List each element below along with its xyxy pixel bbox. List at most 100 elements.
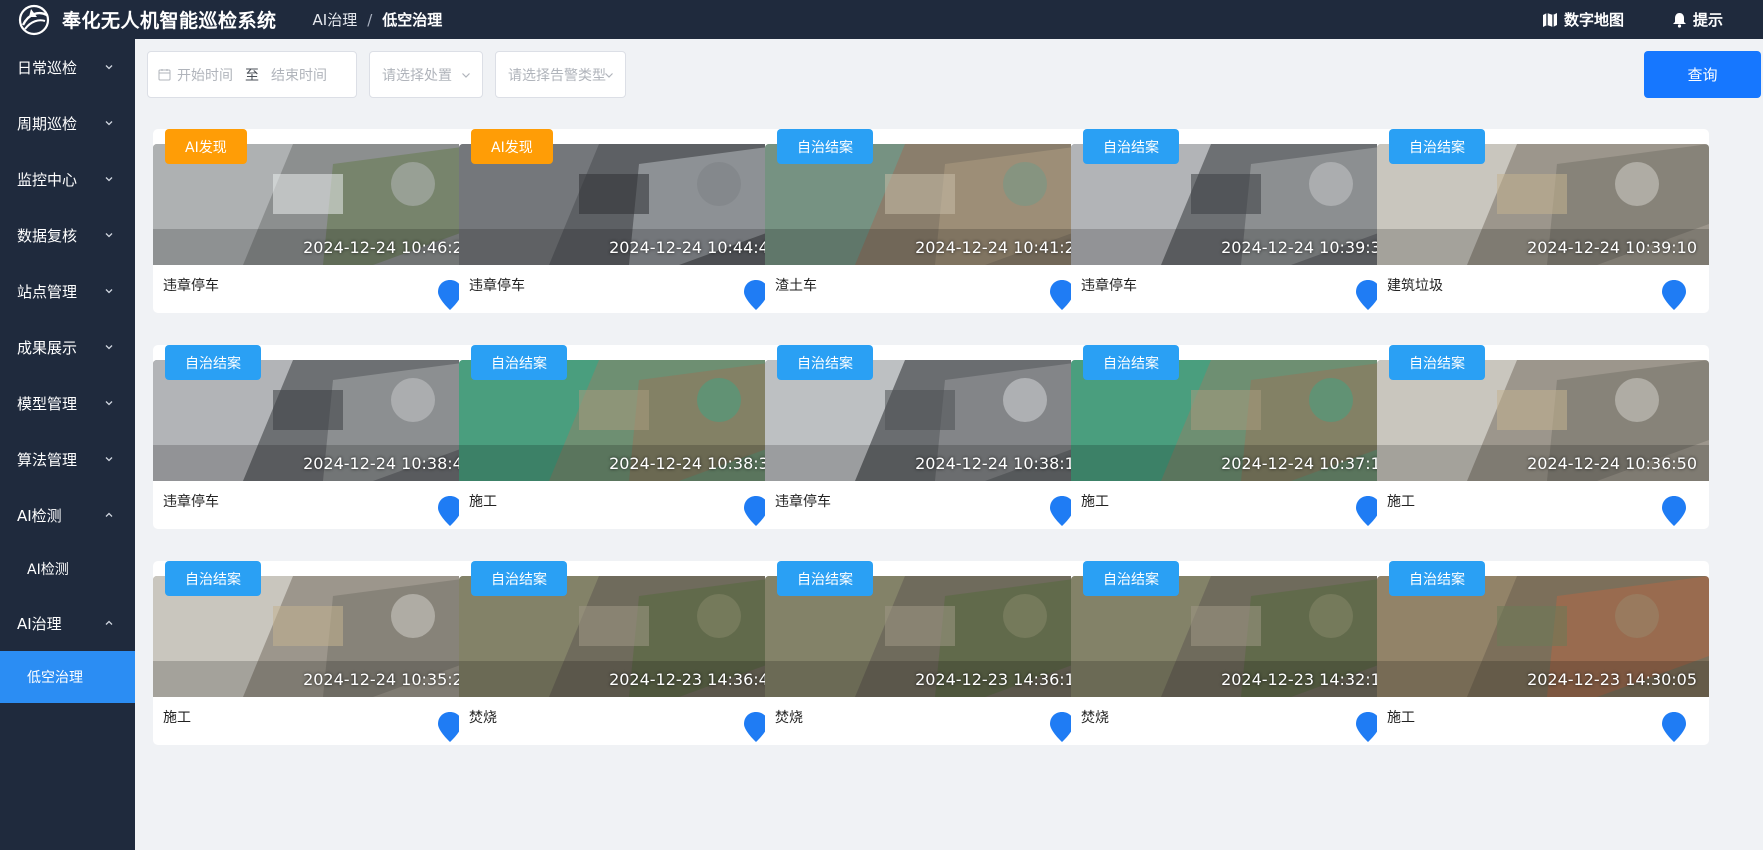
sidebar-item-label: 日常巡检 (17, 58, 78, 77)
event-card[interactable]: 自治结案 2024-12-23 14:30:05 施工 (1377, 561, 1709, 745)
event-timestamp: 2024-12-24 10:44:46 (609, 238, 779, 257)
date-range-picker[interactable]: 开始时间 至 结束时间 (147, 51, 357, 98)
map-icon (1542, 12, 1557, 27)
status-badge: 自治结案 (165, 345, 261, 380)
event-timestamp: 2024-12-23 14:30:05 (1527, 670, 1697, 689)
event-timestamp: 2024-12-23 14:36:12 (915, 670, 1085, 689)
start-time-input[interactable]: 开始时间 (177, 65, 233, 85)
breadcrumb-current: 低空治理 (382, 11, 443, 29)
status-badge: 自治结案 (1083, 129, 1179, 164)
status-badge: 自治结案 (777, 129, 873, 164)
sidebar-item-label: 周期巡检 (17, 114, 78, 133)
event-card[interactable]: 自治结案 2024-12-24 10:39:31 违章停车 (1071, 129, 1403, 313)
event-timestamp: 2024-12-24 10:38:36 (609, 454, 779, 473)
calendar-icon (158, 69, 171, 81)
event-card[interactable]: 自治结案 2024-12-24 10:38:46 违章停车 (153, 345, 485, 529)
event-type-label: 建筑垃圾 (1387, 278, 1443, 294)
sidebar-item-daily-inspection[interactable]: 日常巡检 (0, 39, 135, 95)
sidebar-item-ai-governance[interactable]: AI治理 (0, 595, 135, 651)
sidebar-item-label: 站点管理 (17, 282, 78, 301)
sidebar-item-results[interactable]: 成果展示 (0, 319, 135, 375)
event-card[interactable]: 自治结案 2024-12-24 10:36:50 施工 (1377, 345, 1709, 529)
digital-map-link[interactable]: 数字地图 (1542, 9, 1624, 30)
sidebar-item-ai-detection[interactable]: AI检测 (0, 487, 135, 543)
notice-link[interactable]: 提示 (1672, 9, 1723, 30)
status-badge: 自治结案 (1083, 345, 1179, 380)
status-badge: 自治结案 (777, 561, 873, 596)
event-timestamp: 2024-12-24 10:46:23 (303, 238, 473, 257)
event-card[interactable]: 自治结案 2024-12-23 14:32:14 焚烧 (1071, 561, 1403, 745)
chevron-up-icon (105, 512, 113, 517)
sidebar-subitem-ai-detection[interactable]: AI检测 (0, 543, 135, 595)
event-type-label: 违章停车 (1081, 278, 1137, 294)
logo-icon (16, 2, 52, 38)
breadcrumb-parent[interactable]: AI治理 (313, 9, 358, 30)
chevron-down-icon (105, 457, 113, 462)
event-timestamp: 2024-12-24 10:37:12 (1221, 454, 1391, 473)
status-badge: 自治结案 (777, 345, 873, 380)
chevron-down-icon (105, 65, 113, 70)
event-timestamp: 2024-12-23 14:36:47 (609, 670, 779, 689)
event-type-label: 施工 (1387, 710, 1415, 726)
range-separator: 至 (245, 67, 259, 84)
event-card[interactable]: 自治结案 2024-12-24 10:35:24 施工 (153, 561, 485, 745)
status-badge: 自治结案 (1389, 345, 1485, 380)
bell-icon (1672, 12, 1686, 28)
end-time-input[interactable]: 结束时间 (271, 65, 327, 85)
sidebar-item-station-management[interactable]: 站点管理 (0, 263, 135, 319)
location-pin-icon[interactable] (1661, 279, 1687, 311)
event-card[interactable]: 自治结案 2024-12-23 14:36:47 焚烧 (459, 561, 791, 745)
event-timestamp: 2024-12-24 10:39:31 (1221, 238, 1391, 257)
location-pin-icon[interactable] (1661, 711, 1687, 743)
event-timestamp: 2024-12-24 10:36:50 (1527, 454, 1697, 473)
chevron-down-icon (105, 177, 113, 182)
disposal-select[interactable]: 请选择处置 (369, 51, 483, 98)
event-type-label: 施工 (1387, 494, 1415, 510)
location-pin-icon[interactable] (1661, 495, 1687, 527)
event-card[interactable]: 自治结案 2024-12-24 10:38:12 违章停车 (765, 345, 1097, 529)
chevron-up-icon (105, 620, 113, 625)
sidebar: 日常巡检 周期巡检 监控中心 数据复核 站点管理 成果展示 模型管理 算法管理 (0, 39, 135, 850)
event-type-label: 违章停车 (163, 278, 219, 294)
sidebar-item-label: 数据复核 (17, 226, 78, 245)
sidebar-item-label: 监控中心 (17, 170, 78, 189)
sidebar-item-monitor-center[interactable]: 监控中心 (0, 151, 135, 207)
notice-label: 提示 (1692, 11, 1723, 29)
event-card[interactable]: 自治结案 2024-12-24 10:37:12 施工 (1071, 345, 1403, 529)
event-card[interactable]: 自治结案 2024-12-23 14:36:12 焚烧 (765, 561, 1097, 745)
event-card[interactable]: 自治结案 2024-12-24 10:39:10 建筑垃圾 (1377, 129, 1709, 313)
query-button[interactable]: 查询 (1644, 51, 1761, 98)
event-card[interactable]: AI发现 2024-12-24 10:44:46 违章停车 (459, 129, 791, 313)
sidebar-item-model-management[interactable]: 模型管理 (0, 375, 135, 431)
status-badge: AI发现 (165, 129, 247, 164)
event-type-label: 焚烧 (1081, 710, 1109, 726)
alarm-type-select-placeholder: 请选择告警类型 (508, 67, 606, 84)
sidebar-item-periodic-inspection[interactable]: 周期巡检 (0, 95, 135, 151)
digital-map-label: 数字地图 (1563, 11, 1624, 29)
status-badge: 自治结案 (471, 345, 567, 380)
sidebar-subitem-low-altitude-governance[interactable]: 低空治理 (0, 651, 135, 703)
chevron-down-icon (105, 121, 113, 126)
status-badge: 自治结案 (1083, 561, 1179, 596)
chevron-down-icon (605, 72, 613, 78)
app-title: 奉化无人机智能巡检系统 (62, 10, 277, 32)
event-timestamp: 2024-12-24 10:38:12 (915, 454, 1085, 473)
app-root: 奉化无人机智能巡检系统 AI治理 / 低空治理 数字地图 提示 日常巡检 周期巡… (0, 0, 1763, 850)
event-type-label: 违章停车 (163, 494, 219, 510)
status-badge: AI发现 (471, 129, 553, 164)
chevron-down-icon (105, 233, 113, 238)
event-card[interactable]: 自治结案 2024-12-24 10:41:22 渣土车 (765, 129, 1097, 313)
breadcrumb-separator: / (367, 10, 373, 29)
sidebar-item-algorithm-management[interactable]: 算法管理 (0, 431, 135, 487)
sidebar-item-data-review[interactable]: 数据复核 (0, 207, 135, 263)
top-right-links: 数字地图 提示 (1542, 0, 1723, 39)
event-type-label: 焚烧 (469, 710, 497, 726)
status-badge: 自治结案 (1389, 129, 1485, 164)
status-badge: 自治结案 (165, 561, 261, 596)
alarm-type-select[interactable]: 请选择告警类型 (495, 51, 626, 98)
event-type-label: 施工 (1081, 494, 1109, 510)
event-timestamp: 2024-12-24 10:38:46 (303, 454, 473, 473)
event-type-label: 渣土车 (775, 278, 817, 294)
event-card[interactable]: 自治结案 2024-12-24 10:38:36 施工 (459, 345, 791, 529)
event-card[interactable]: AI发现 2024-12-24 10:46:23 违章停车 (153, 129, 485, 313)
